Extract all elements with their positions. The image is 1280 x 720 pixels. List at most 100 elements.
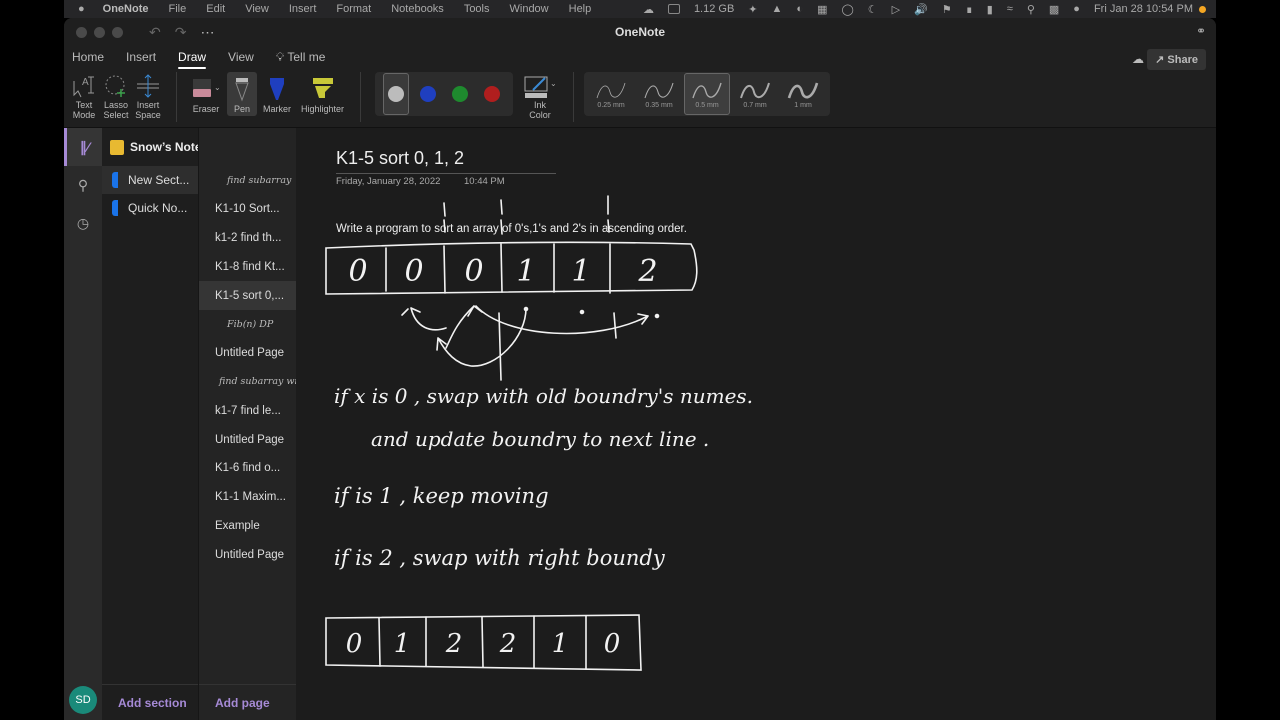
page-item[interactable]: K1-5 sort 0,...	[199, 281, 296, 310]
share-button[interactable]: ↗ Share	[1147, 49, 1206, 70]
ink-note-4: if is 2 , swap with right boundy	[334, 546, 666, 570]
page-item[interactable]: K1-1 Maxim...	[199, 483, 296, 512]
color-swatch-gray[interactable]	[383, 73, 410, 115]
insert-space-button[interactable]: Insert Space	[134, 72, 162, 120]
more-icon[interactable]: ⋯	[200, 24, 214, 41]
menu-app[interactable]: OneNote	[103, 3, 149, 15]
width-05mm[interactable]: 0.5 mm	[684, 73, 731, 115]
page-item[interactable]: Untitled Page	[199, 425, 296, 454]
undo-icon[interactable]: ↶	[149, 24, 161, 41]
eraser-button[interactable]: ⌄ Eraser	[187, 72, 225, 116]
page-item[interactable]: find subarray with	[199, 368, 296, 397]
close-window-button[interactable]	[76, 26, 87, 38]
avatar[interactable]: SD	[69, 686, 97, 714]
volume-icon[interactable]: 🔊	[914, 3, 928, 16]
page-item[interactable]: Untitled Page	[199, 540, 296, 569]
stroke-preview-icon	[596, 82, 626, 98]
width-07mm[interactable]: 0.7 mm	[732, 73, 778, 115]
page-item[interactable]: K1-8 find Kt...	[199, 252, 296, 281]
drive-icon[interactable]: ▲	[772, 3, 783, 15]
recent-nav-button[interactable]: ◷	[64, 204, 102, 242]
text-mode-button[interactable]: A Text Mode	[70, 72, 98, 120]
dropbox-icon[interactable]: ✦	[748, 3, 757, 16]
page-item[interactable]: k1-7 find le...	[199, 396, 296, 425]
highlighter-button[interactable]: Highlighter	[297, 72, 348, 116]
insert-space-icon	[135, 72, 161, 100]
moon-icon[interactable]: ☾	[868, 3, 878, 16]
color-swatch-red[interactable]	[479, 73, 505, 115]
share-icon: ↗	[1155, 54, 1168, 66]
page-item[interactable]: Fib(n) DP	[199, 310, 296, 339]
menu-view[interactable]: View	[245, 3, 269, 15]
menu-file[interactable]: File	[169, 3, 187, 15]
menu-help[interactable]: Help	[569, 3, 592, 15]
color-dot	[388, 86, 405, 102]
page-item[interactable]: K1-10 Sort...	[199, 195, 296, 224]
bluetooth-icon[interactable]: ∎	[966, 3, 973, 16]
layout-icon[interactable]: ▦	[817, 3, 827, 16]
lasso-select-button[interactable]: Lasso Select	[102, 72, 130, 120]
section-item[interactable]: Quick No...	[102, 194, 198, 222]
page-item[interactable]: K1-6 find o...	[199, 454, 296, 483]
search-nav-button[interactable]: ⚲	[64, 166, 102, 204]
marker-button[interactable]: Marker	[259, 72, 295, 116]
tab-insert[interactable]: Insert	[126, 48, 156, 66]
stroke-preview-icon	[740, 82, 771, 98]
menu-insert[interactable]: Insert	[289, 3, 317, 15]
minimize-window-button[interactable]	[94, 26, 105, 38]
nav-rail: ∥⁄ ⚲ ◷ SD	[64, 128, 102, 720]
notebooks-nav-button[interactable]: ∥⁄	[64, 128, 102, 166]
cloud-icon[interactable]: ☁	[643, 3, 654, 16]
page-canvas[interactable]: K1-5 sort 0, 1, 2 Friday, January 28, 20…	[296, 128, 1216, 720]
page-item[interactable]: find subarray	[199, 166, 296, 195]
tab-draw[interactable]: Draw	[178, 48, 207, 69]
add-page-button[interactable]: Add page	[199, 684, 297, 720]
menu-format[interactable]: Format	[336, 3, 371, 15]
page-item[interactable]: Untitled Page	[199, 339, 296, 368]
sync-status-icon[interactable]: ☁	[1132, 52, 1144, 66]
menu-window[interactable]: Window	[510, 3, 549, 15]
search-icon[interactable]: ⚲	[1027, 3, 1035, 16]
apple-icon[interactable]: ●	[78, 3, 85, 15]
collaborate-icon[interactable]: ⚭	[1196, 24, 1206, 38]
problem-statement[interactable]: Write a program to sort an array of 0's,…	[336, 223, 687, 235]
menu-edit[interactable]: Edit	[206, 3, 225, 15]
page-title[interactable]: K1-5 sort 0, 1, 2	[336, 148, 556, 174]
width-035mm[interactable]: 0.35 mm	[636, 73, 682, 115]
memory-icon[interactable]	[667, 4, 680, 14]
pen-button[interactable]: Pen	[227, 72, 257, 116]
menu-notebooks[interactable]: Notebooks	[391, 3, 444, 15]
ink-color-button[interactable]: ⌄ Ink Color	[519, 72, 561, 122]
color-swatch-green[interactable]	[447, 73, 473, 115]
tab-tell-me[interactable]: 💡︎ Tell me	[276, 48, 326, 67]
control-center-icon[interactable]: ▩	[1049, 3, 1059, 16]
page-item[interactable]: Example	[199, 512, 296, 541]
menu-tools[interactable]: Tools	[464, 3, 490, 15]
lightbulb-icon: 💡︎	[275, 49, 288, 64]
siri-icon[interactable]: ●	[1073, 3, 1080, 15]
color-swatch-blue[interactable]	[415, 73, 441, 115]
tab-home[interactable]: Home	[72, 48, 104, 66]
width-1mm[interactable]: 1 mm	[780, 73, 826, 115]
play-icon[interactable]: ▷	[892, 3, 900, 16]
page-item[interactable]: k1-2 find th...	[199, 224, 296, 253]
width-label: 0.25 mm	[597, 101, 625, 109]
app-icon[interactable]: ◐	[796, 3, 803, 15]
wifi-icon[interactable]: ≈	[1007, 3, 1013, 15]
flag-icon[interactable]: ⚑	[942, 3, 952, 16]
clock[interactable]: Fri Jan 28 10:54 PM	[1094, 3, 1193, 15]
focus-icon[interactable]: ◯	[841, 3, 853, 16]
ink-note-2: and update boundry to next line .	[371, 427, 709, 451]
section-item[interactable]: New Sect...	[102, 166, 198, 194]
zoom-window-button[interactable]	[112, 26, 123, 38]
stroke-preview-icon	[692, 82, 722, 98]
onenote-window: ↶ ↷ ⋯ OneNote ⚭ Home Insert Draw View 💡︎…	[64, 18, 1216, 720]
tab-view[interactable]: View	[228, 48, 254, 66]
add-section-button[interactable]: Add section	[102, 684, 198, 720]
battery-icon[interactable]: ▮	[987, 3, 993, 16]
array-cell-value: 0	[464, 254, 483, 289]
width-025mm[interactable]: 0.25 mm	[588, 73, 634, 115]
redo-icon[interactable]: ↷	[175, 24, 187, 41]
page-time: 10:44 PM	[464, 176, 505, 187]
notebooks-icon: ∥⁄	[79, 138, 90, 155]
